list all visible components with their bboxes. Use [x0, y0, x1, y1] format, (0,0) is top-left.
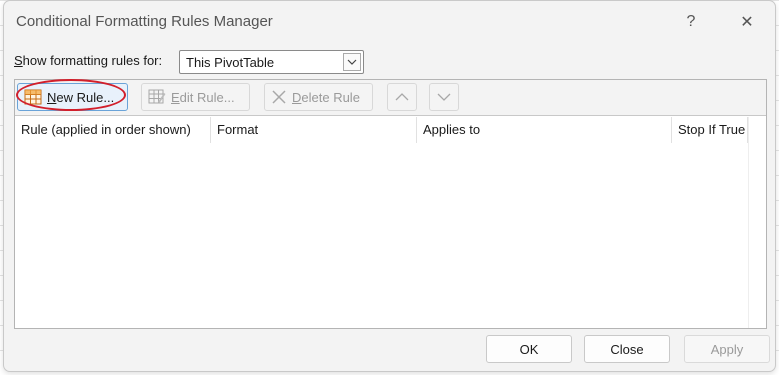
new-rule-label-text: ew Rule...: [56, 89, 115, 105]
rules-list-scrollbar[interactable]: [748, 117, 766, 328]
close-button[interactable]: Close: [584, 335, 670, 363]
scope-dropdown[interactable]: This PivotTable: [179, 50, 364, 74]
column-header-applies-to[interactable]: Applies to: [417, 117, 672, 143]
delete-rule-label-text: elete Rule: [301, 89, 360, 105]
chevron-up-icon: [395, 93, 409, 101]
edit-rule-button[interactable]: Edit Rule...: [141, 83, 250, 111]
move-down-button[interactable]: [429, 83, 459, 111]
apply-button[interactable]: Apply: [684, 335, 770, 363]
chevron-down-icon[interactable]: [343, 53, 361, 71]
delete-rule-accelerator: D: [292, 89, 302, 105]
edit-rule-label: Edit Rule...: [171, 90, 235, 105]
scope-label: Show formatting rules for:: [14, 53, 162, 68]
new-rule-icon: [24, 89, 42, 105]
rules-list-header: Rule (applied in order shown) Format App…: [15, 117, 766, 143]
conditional-formatting-dialog: Conditional Formatting Rules Manager ? ✕…: [3, 0, 776, 372]
scope-label-text: how formatting rules for:: [22, 53, 163, 68]
ok-button[interactable]: OK: [486, 335, 572, 363]
edit-rule-label-text: dit Rule...: [179, 89, 235, 105]
title-bar: Conditional Formatting Rules Manager ? ✕: [4, 1, 775, 43]
scope-label-accelerator: S: [14, 53, 23, 68]
scope-dropdown-value: This PivotTable: [186, 55, 275, 70]
rules-panel: New Rule... Edit Rule... Delete Rule Rul…: [14, 79, 767, 329]
delete-rule-button[interactable]: Delete Rule: [264, 83, 373, 111]
delete-icon: [271, 89, 287, 105]
new-rule-button[interactable]: New Rule...: [16, 79, 128, 111]
edit-rule-icon: [148, 89, 166, 105]
dialog-title: Conditional Formatting Rules Manager: [16, 13, 273, 30]
column-header-format[interactable]: Format: [211, 117, 417, 143]
move-up-button[interactable]: [387, 83, 417, 111]
help-button[interactable]: ?: [676, 9, 706, 35]
new-rule-accelerator: N: [47, 89, 57, 105]
rules-toolbar: New Rule... Edit Rule... Delete Rule: [15, 79, 766, 116]
column-header-rule[interactable]: Rule (applied in order shown): [15, 117, 211, 143]
new-rule-label: New Rule...: [47, 90, 114, 105]
chevron-down-icon: [437, 93, 451, 101]
edit-rule-accelerator: E: [171, 89, 180, 105]
column-header-stop-if-true[interactable]: Stop If True: [672, 117, 748, 143]
delete-rule-label: Delete Rule: [292, 90, 360, 105]
close-dialog-icon[interactable]: ✕: [732, 9, 762, 35]
